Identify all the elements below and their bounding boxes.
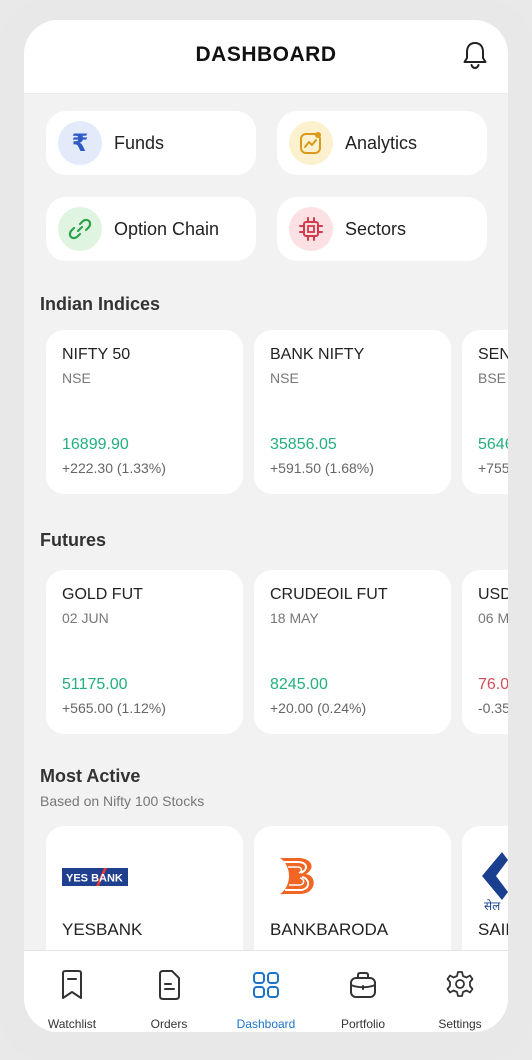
bell-icon[interactable]	[462, 40, 488, 70]
future-card-usdinr[interactable]: USDINR FUT 06 MAY 76.0525 -0.3525 (0.46%…	[462, 570, 508, 734]
sectors-label: Sectors	[345, 218, 407, 239]
future-name: GOLD FUT	[62, 586, 143, 603]
phone-frame: DASHBOARD ₹ Funds Analytics Option Chain…	[0, 0, 532, 1060]
briefcase-icon	[350, 972, 376, 998]
document-icon	[159, 970, 180, 1000]
future-name: CRUDEOIL FUT	[270, 586, 388, 603]
future-change: +565.00 (1.12%)	[62, 700, 166, 716]
bookmark-icon	[62, 970, 82, 999]
funds-label: Funds	[114, 132, 165, 153]
index-card-banknifty[interactable]: BANK NIFTY NSE 35856.05 +591.50 (1.68%)	[254, 330, 451, 494]
stock-name: BANKBARODA	[270, 920, 389, 939]
most-active-subtitle: Based on Nifty 100 Stocks	[40, 793, 205, 809]
stock-name: SAIL	[478, 920, 508, 939]
sail-logo: सेल	[482, 852, 508, 912]
future-name: USDINR FUT	[478, 586, 508, 603]
index-name: SENSEX	[478, 346, 508, 363]
sail-logo-text: सेल	[484, 899, 501, 912]
future-change: -0.3525 (0.46%)	[478, 700, 508, 716]
index-price: 56463.15	[478, 436, 508, 453]
app-header: DASHBOARD	[24, 20, 508, 94]
tab-label: Orders	[150, 1017, 188, 1031]
index-exchange: NSE	[62, 370, 91, 386]
analytics-label: Analytics	[345, 132, 418, 153]
tab-label: Dashboard	[236, 1017, 296, 1031]
index-name: NIFTY 50	[62, 346, 131, 363]
index-change: +755.00 (1.36%)	[478, 460, 508, 476]
analytics-button[interactable]: Analytics	[277, 111, 487, 175]
option-chain-button[interactable]: Option Chain	[46, 197, 256, 261]
future-expiry: 18 MAY	[270, 610, 319, 626]
chip-icon	[289, 207, 333, 251]
most-active-section-title: Most Active	[40, 766, 141, 786]
bottom-tab-bar: Watchlist Orders Dashboard Portfolio Set…	[24, 950, 508, 1032]
tab-portfolio[interactable]: Portfolio	[315, 951, 411, 1032]
future-card-crudeoil[interactable]: CRUDEOIL FUT 18 MAY 8245.00 +20.00 (0.24…	[254, 570, 451, 734]
index-price: 35856.05	[270, 436, 337, 453]
rupee-icon: ₹	[58, 121, 102, 165]
future-expiry: 02 JUN	[62, 610, 109, 626]
tab-label: Watchlist	[47, 1017, 97, 1031]
tab-label: Portfolio	[340, 1017, 386, 1031]
bank-of-baroda-logo	[280, 858, 314, 894]
option-chain-label: Option Chain	[114, 218, 220, 239]
app-screen: DASHBOARD ₹ Funds Analytics Option Chain…	[24, 20, 508, 1032]
yes-bank-logo: YES BANK	[62, 868, 128, 886]
future-expiry: 06 MAY	[478, 610, 508, 626]
gear-icon	[446, 971, 474, 997]
yes-bank-logo-text: YES BANK	[66, 873, 123, 885]
stock-name: YESBANK	[62, 920, 143, 939]
tab-orders[interactable]: Orders	[121, 951, 217, 1032]
future-price: 51175.00	[62, 676, 128, 693]
tab-watchlist[interactable]: Watchlist	[24, 951, 120, 1032]
tab-settings[interactable]: Settings	[412, 951, 508, 1032]
analytics-icon	[289, 121, 333, 165]
future-change: +20.00 (0.24%)	[270, 700, 367, 716]
indices-section-title: Indian Indices	[40, 294, 161, 314]
index-exchange: NSE	[270, 370, 299, 386]
index-name: BANK NIFTY	[270, 346, 365, 363]
index-change: +591.50 (1.68%)	[270, 460, 374, 476]
sectors-button[interactable]: Sectors	[277, 197, 487, 261]
future-price: 8245.00	[270, 676, 328, 693]
index-card-sensex[interactable]: SENSEX BSE 56463.15 +755.00 (1.36%)	[462, 330, 508, 494]
index-change: +222.30 (1.33%)	[62, 460, 166, 476]
grid-icon	[253, 972, 279, 998]
tab-label: Settings	[438, 1017, 482, 1031]
tab-dashboard[interactable]: Dashboard	[218, 951, 314, 1032]
funds-button[interactable]: ₹ Funds	[46, 111, 256, 175]
future-price: 76.0525	[478, 676, 508, 693]
page-title: DASHBOARD	[195, 43, 337, 66]
link-icon	[58, 207, 102, 251]
futures-section-title: Futures	[40, 530, 107, 550]
index-price: 16899.90	[62, 436, 129, 453]
index-exchange: BSE	[478, 370, 507, 386]
future-card-gold[interactable]: GOLD FUT 02 JUN 51175.00 +565.00 (1.12%)	[46, 570, 243, 734]
index-card-nifty50[interactable]: NIFTY 50 NSE 16899.90 +222.30 (1.33%)	[46, 330, 243, 494]
